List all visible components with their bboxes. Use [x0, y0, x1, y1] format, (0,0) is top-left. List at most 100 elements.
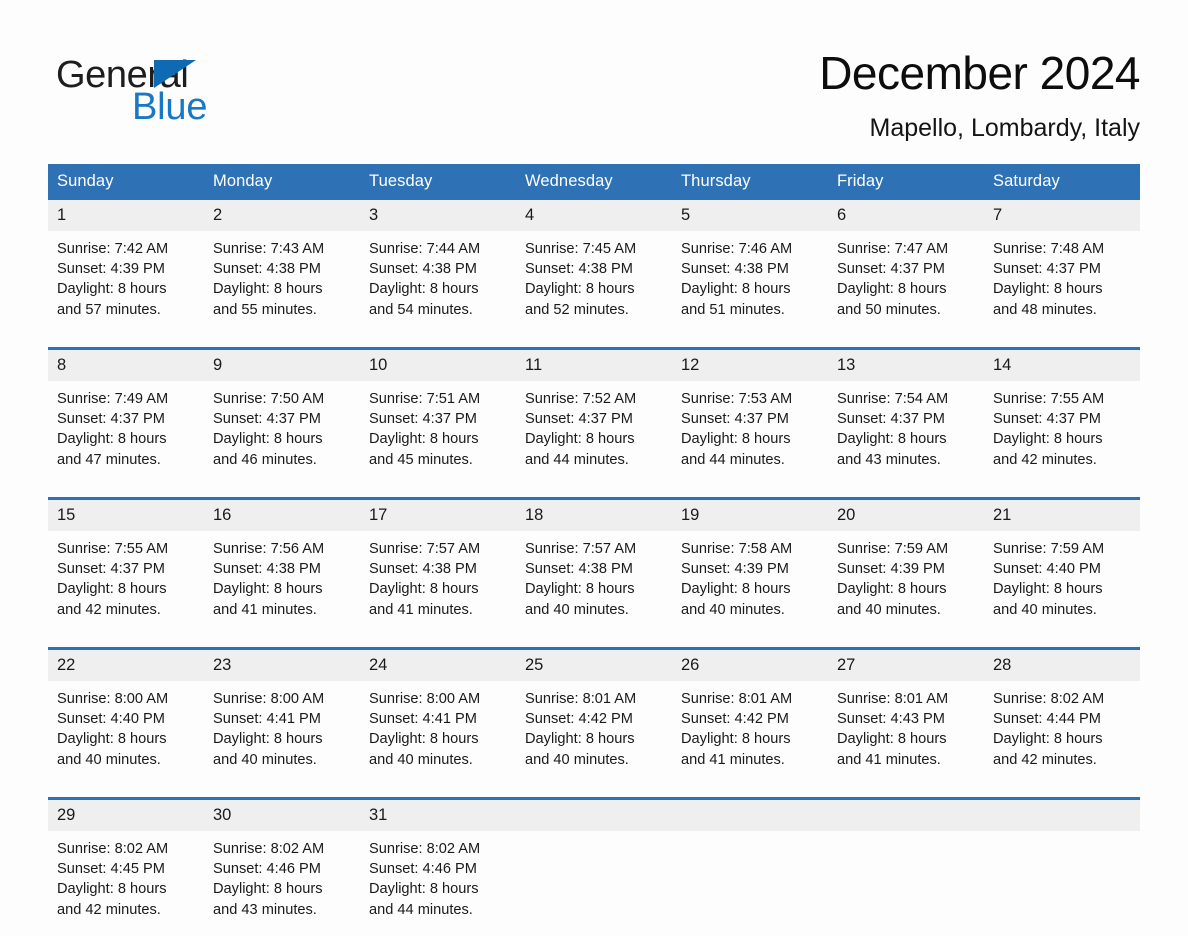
daylight-text-line2: and 40 minutes. [369, 750, 508, 770]
sunset-text: Sunset: 4:37 PM [993, 259, 1132, 279]
sunset-text: Sunset: 4:38 PM [369, 259, 508, 279]
sunrise-text: Sunrise: 7:46 AM [681, 239, 820, 259]
sunrise-text: Sunrise: 7:56 AM [213, 539, 352, 559]
sunset-text: Sunset: 4:37 PM [369, 409, 508, 429]
calendar-week-row: 15Sunrise: 7:55 AMSunset: 4:37 PMDayligh… [48, 499, 1140, 637]
daylight-text-line1: Daylight: 8 hours [213, 279, 352, 299]
day-number: 24 [360, 650, 516, 681]
daylight-text-line1: Daylight: 8 hours [369, 429, 508, 449]
sunset-text: Sunset: 4:38 PM [681, 259, 820, 279]
calendar-day-cell[interactable]: 14Sunrise: 7:55 AMSunset: 4:37 PMDayligh… [984, 349, 1140, 487]
sunrise-text: Sunrise: 7:57 AM [525, 539, 664, 559]
calendar-day-cell[interactable]: 22Sunrise: 8:00 AMSunset: 4:40 PMDayligh… [48, 649, 204, 787]
daylight-text-line2: and 44 minutes. [525, 450, 664, 470]
sunset-text: Sunset: 4:37 PM [837, 259, 976, 279]
daylight-text-line2: and 42 minutes. [993, 450, 1132, 470]
calendar-day-cell[interactable]: 24Sunrise: 8:00 AMSunset: 4:41 PMDayligh… [360, 649, 516, 787]
week-spacer [48, 486, 1140, 499]
sunrise-sunset-calendar-table: Sunday Monday Tuesday Wednesday Thursday… [48, 164, 1140, 936]
calendar-week-row: 8Sunrise: 7:49 AMSunset: 4:37 PMDaylight… [48, 349, 1140, 487]
daylight-text-line1: Daylight: 8 hours [57, 579, 196, 599]
calendar-day-cell[interactable]: 25Sunrise: 8:01 AMSunset: 4:42 PMDayligh… [516, 649, 672, 787]
weekday-header-sunday: Sunday [48, 164, 204, 200]
daylight-text-line1: Daylight: 8 hours [213, 579, 352, 599]
calendar-day-cell[interactable]: 27Sunrise: 8:01 AMSunset: 4:43 PMDayligh… [828, 649, 984, 787]
calendar-day-cell[interactable]: 17Sunrise: 7:57 AMSunset: 4:38 PMDayligh… [360, 499, 516, 637]
calendar-day-cell[interactable]: 31Sunrise: 8:02 AMSunset: 4:46 PMDayligh… [360, 799, 516, 936]
daylight-text-line2: and 40 minutes. [837, 600, 976, 620]
sunset-text: Sunset: 4:42 PM [525, 709, 664, 729]
day-number: 5 [672, 200, 828, 231]
calendar-day-cell[interactable]: 3Sunrise: 7:44 AMSunset: 4:38 PMDaylight… [360, 200, 516, 336]
calendar-day-cell[interactable]: 1Sunrise: 7:42 AMSunset: 4:39 PMDaylight… [48, 200, 204, 336]
day-details [516, 831, 672, 936]
day-details: Sunrise: 7:54 AMSunset: 4:37 PMDaylight:… [828, 381, 984, 486]
day-details: Sunrise: 8:02 AMSunset: 4:46 PMDaylight:… [204, 831, 360, 936]
daylight-text-line1: Daylight: 8 hours [681, 429, 820, 449]
daylight-text-line1: Daylight: 8 hours [525, 729, 664, 749]
sunset-text: Sunset: 4:46 PM [213, 859, 352, 879]
calendar-day-cell[interactable]: 11Sunrise: 7:52 AMSunset: 4:37 PMDayligh… [516, 349, 672, 487]
sunrise-text: Sunrise: 7:48 AM [993, 239, 1132, 259]
daylight-text-line1: Daylight: 8 hours [525, 579, 664, 599]
day-number: 26 [672, 650, 828, 681]
page-header: General Blue December 2024 Mapello, Lomb… [0, 0, 1188, 145]
calendar-day-cell[interactable]: 7Sunrise: 7:48 AMSunset: 4:37 PMDaylight… [984, 200, 1140, 336]
sunrise-text: Sunrise: 8:00 AM [213, 689, 352, 709]
day-number: 10 [360, 350, 516, 381]
calendar-day-cell[interactable]: 8Sunrise: 7:49 AMSunset: 4:37 PMDaylight… [48, 349, 204, 487]
calendar-day-cell[interactable]: 10Sunrise: 7:51 AMSunset: 4:37 PMDayligh… [360, 349, 516, 487]
calendar-day-cell[interactable]: 16Sunrise: 7:56 AMSunset: 4:38 PMDayligh… [204, 499, 360, 637]
day-number [984, 800, 1140, 831]
calendar-day-cell[interactable]: 13Sunrise: 7:54 AMSunset: 4:37 PMDayligh… [828, 349, 984, 487]
calendar-day-cell[interactable]: 28Sunrise: 8:02 AMSunset: 4:44 PMDayligh… [984, 649, 1140, 787]
sunrise-text: Sunrise: 7:55 AM [993, 389, 1132, 409]
daylight-text-line1: Daylight: 8 hours [369, 579, 508, 599]
calendar-day-cell[interactable]: 21Sunrise: 7:59 AMSunset: 4:40 PMDayligh… [984, 499, 1140, 637]
calendar-day-cell[interactable]: 6Sunrise: 7:47 AMSunset: 4:37 PMDaylight… [828, 200, 984, 336]
calendar-day-cell[interactable]: 4Sunrise: 7:45 AMSunset: 4:38 PMDaylight… [516, 200, 672, 336]
sunrise-text: Sunrise: 8:00 AM [57, 689, 196, 709]
sunset-text: Sunset: 4:38 PM [525, 259, 664, 279]
sunrise-text: Sunrise: 7:54 AM [837, 389, 976, 409]
day-number: 7 [984, 200, 1140, 231]
calendar-day-cell[interactable]: 5Sunrise: 7:46 AMSunset: 4:38 PMDaylight… [672, 200, 828, 336]
calendar-day-cell[interactable]: 2Sunrise: 7:43 AMSunset: 4:38 PMDaylight… [204, 200, 360, 336]
calendar-day-cell[interactable]: 29Sunrise: 8:02 AMSunset: 4:45 PMDayligh… [48, 799, 204, 936]
logo-text-blue: Blue [132, 88, 207, 126]
calendar-day-cell[interactable]: 15Sunrise: 7:55 AMSunset: 4:37 PMDayligh… [48, 499, 204, 637]
day-details: Sunrise: 8:01 AMSunset: 4:43 PMDaylight:… [828, 681, 984, 786]
sunset-text: Sunset: 4:44 PM [993, 709, 1132, 729]
week-spacer [48, 636, 1140, 649]
day-details: Sunrise: 7:59 AMSunset: 4:39 PMDaylight:… [828, 531, 984, 636]
calendar-empty-cell [672, 799, 828, 936]
calendar-day-cell[interactable]: 26Sunrise: 8:01 AMSunset: 4:42 PMDayligh… [672, 649, 828, 787]
day-details: Sunrise: 7:58 AMSunset: 4:39 PMDaylight:… [672, 531, 828, 636]
day-details: Sunrise: 7:57 AMSunset: 4:38 PMDaylight:… [360, 531, 516, 636]
calendar-week-row: 22Sunrise: 8:00 AMSunset: 4:40 PMDayligh… [48, 649, 1140, 787]
daylight-text-line1: Daylight: 8 hours [213, 729, 352, 749]
day-number: 21 [984, 500, 1140, 531]
day-number: 8 [48, 350, 204, 381]
calendar-day-cell[interactable]: 18Sunrise: 7:57 AMSunset: 4:38 PMDayligh… [516, 499, 672, 637]
daylight-text-line2: and 40 minutes. [993, 600, 1132, 620]
calendar-day-cell[interactable]: 23Sunrise: 8:00 AMSunset: 4:41 PMDayligh… [204, 649, 360, 787]
weekday-header-monday: Monday [204, 164, 360, 200]
sunset-text: Sunset: 4:37 PM [681, 409, 820, 429]
sunset-text: Sunset: 4:42 PM [681, 709, 820, 729]
daylight-text-line2: and 46 minutes. [213, 450, 352, 470]
daylight-text-line2: and 41 minutes. [369, 600, 508, 620]
calendar-empty-cell [984, 799, 1140, 936]
sunrise-text: Sunrise: 8:01 AM [525, 689, 664, 709]
calendar-day-cell[interactable]: 12Sunrise: 7:53 AMSunset: 4:37 PMDayligh… [672, 349, 828, 487]
sunset-text: Sunset: 4:41 PM [369, 709, 508, 729]
calendar-day-cell[interactable]: 9Sunrise: 7:50 AMSunset: 4:37 PMDaylight… [204, 349, 360, 487]
daylight-text-line2: and 42 minutes. [57, 600, 196, 620]
daylight-text-line1: Daylight: 8 hours [369, 729, 508, 749]
calendar-week-row: 29Sunrise: 8:02 AMSunset: 4:45 PMDayligh… [48, 799, 1140, 936]
calendar-day-cell[interactable]: 19Sunrise: 7:58 AMSunset: 4:39 PMDayligh… [672, 499, 828, 637]
calendar-day-cell[interactable]: 20Sunrise: 7:59 AMSunset: 4:39 PMDayligh… [828, 499, 984, 637]
general-blue-logo[interactable]: General Blue [56, 44, 266, 124]
day-details: Sunrise: 7:48 AMSunset: 4:37 PMDaylight:… [984, 231, 1140, 336]
calendar-day-cell[interactable]: 30Sunrise: 8:02 AMSunset: 4:46 PMDayligh… [204, 799, 360, 936]
